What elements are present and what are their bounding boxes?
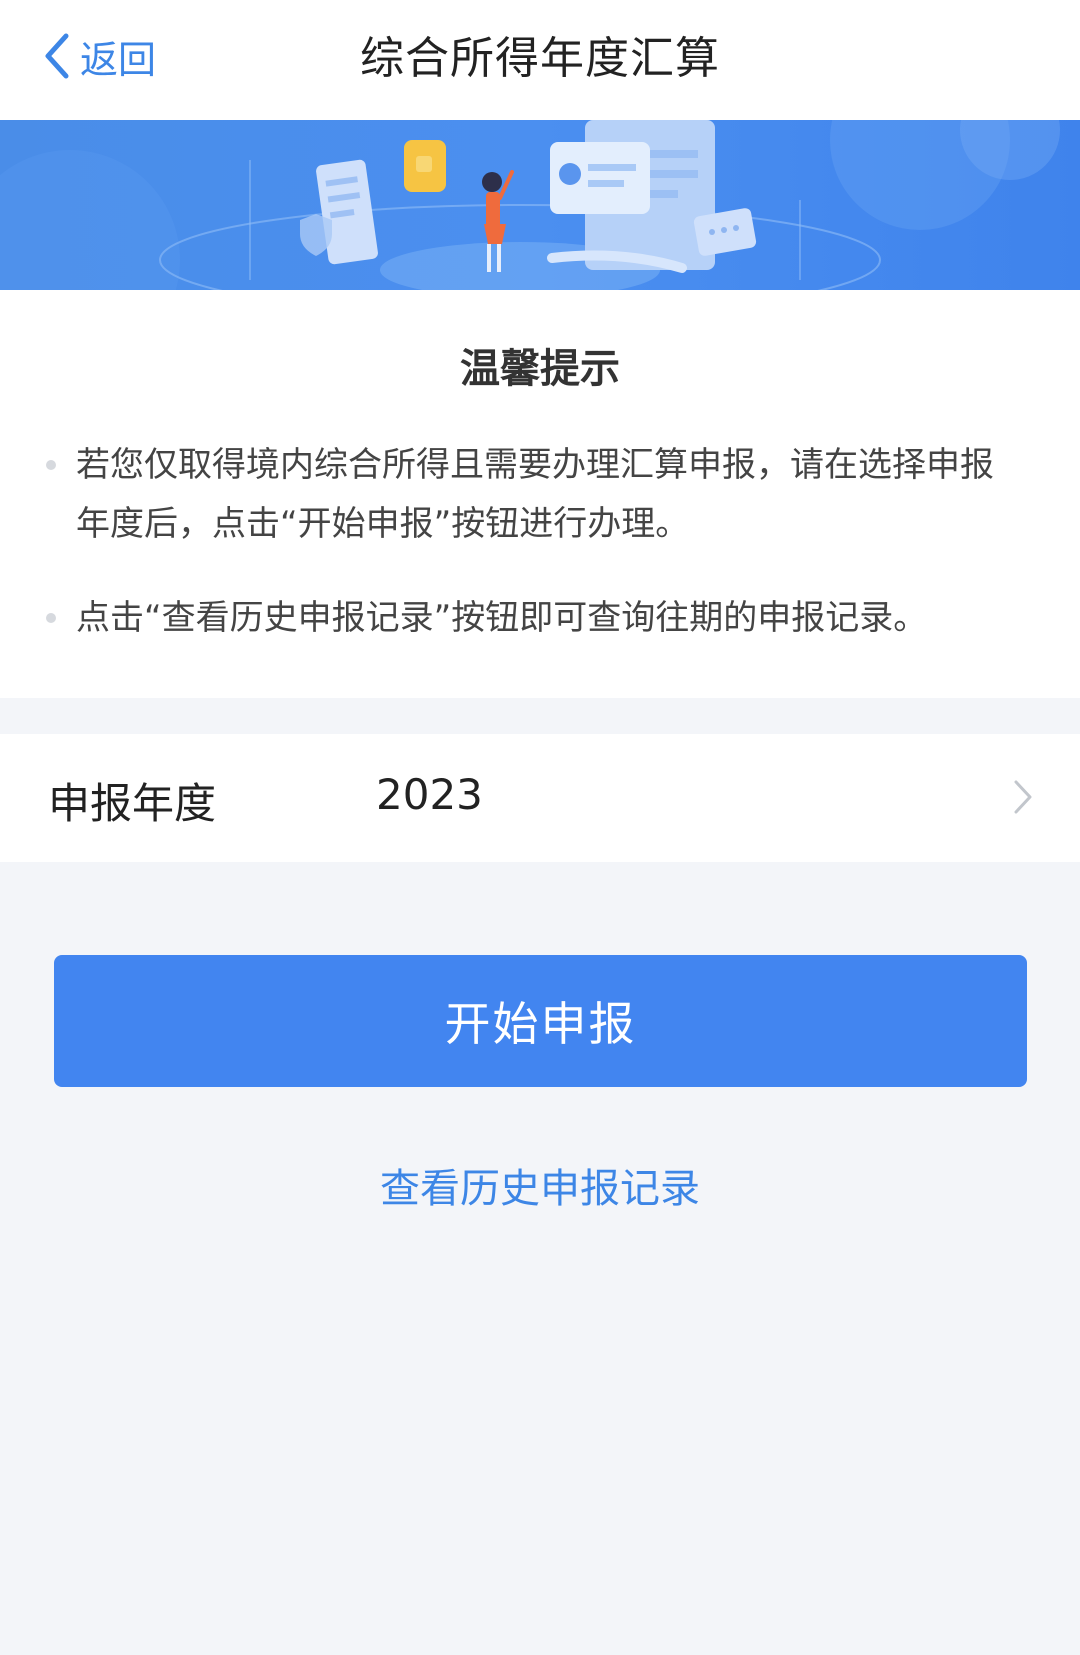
notice-tip-text: 若您仅取得境内综合所得且需要办理汇算申报，请在选择申报年度后，点击“开始申报”按… <box>76 445 994 544</box>
bullet-dot-icon <box>46 460 56 470</box>
notice-tip: 点击“查看历史申报记录”按钮即可查询往期的申报记录。 <box>46 589 1016 648</box>
banner-illustration <box>0 120 1060 290</box>
declaration-year-value: 2023 <box>376 770 483 819</box>
bullet-dot-icon <box>46 613 56 623</box>
page-title: 综合所得年度汇算 <box>360 33 720 84</box>
start-declaration-button[interactable]: 开始申报 <box>54 955 1027 1087</box>
view-history-link[interactable]: 查看历史申报记录 <box>0 1156 1080 1214</box>
navigation-bar: 返回 综合所得年度汇算 <box>0 0 1080 120</box>
declaration-year-selector[interactable]: 申报年度 2023 <box>0 734 1080 862</box>
declaration-year-label: 申报年度 <box>48 779 217 828</box>
notice-tip: 若您仅取得境内综合所得且需要办理汇算申报，请在选择申报年度后，点击“开始申报”按… <box>46 436 1016 554</box>
notice-panel: 温馨提示 若您仅取得境内综合所得且需要办理汇算申报，请在选择申报年度后，点击“开… <box>0 290 1080 698</box>
notice-tip-text: 点击“查看历史申报记录”按钮即可查询往期的申报记录。 <box>76 598 928 638</box>
hero-banner <box>0 120 1080 290</box>
chevron-right-icon <box>1014 780 1032 814</box>
notice-title: 温馨提示 <box>460 346 620 392</box>
